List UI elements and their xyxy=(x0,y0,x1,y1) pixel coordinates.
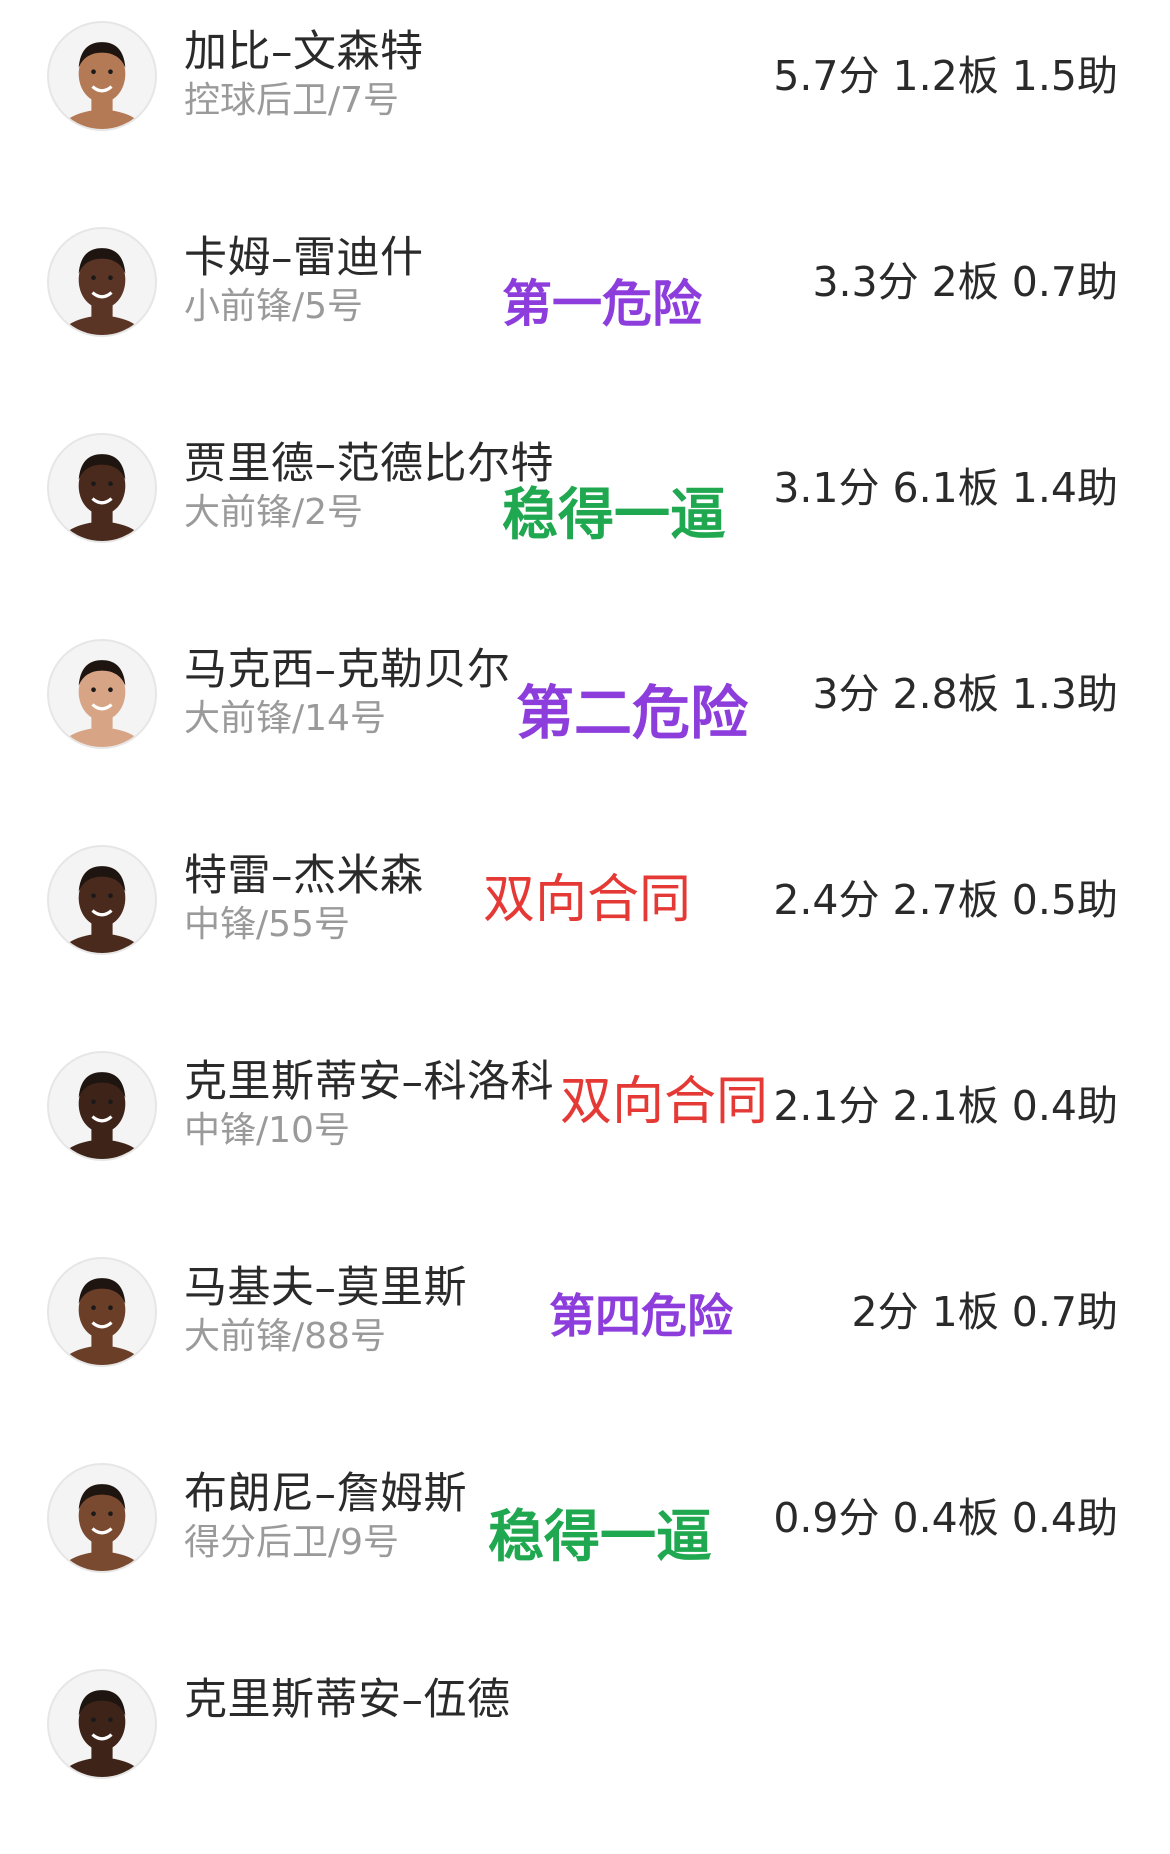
player-row[interactable]: 特雷–杰米森 中锋/55号 双向合同 2.4分 2.7板 0.5助 xyxy=(0,824,1170,1030)
player-tag: 第二危险 xyxy=(516,679,749,747)
player-name: 马基夫–莫里斯 xyxy=(184,1263,467,1313)
player-stats: 3.3分 2板 0.7助 xyxy=(812,258,1118,306)
player-stats: 2分 1板 0.7助 xyxy=(851,1288,1118,1336)
player-name: 布朗尼–詹姆斯 xyxy=(184,1469,467,1519)
player-position: 得分后卫/9号 xyxy=(184,1522,400,1563)
player-row[interactable]: 贾里德–范德比尔特 大前锋/2号 稳得一逼 3.1分 6.1板 1.4助 xyxy=(0,412,1170,618)
player-stats: 5.7分 1.2板 1.5助 xyxy=(773,52,1118,100)
player-position: 大前锋/2号 xyxy=(184,492,364,533)
player-avatar xyxy=(47,1051,157,1161)
player-name: 卡姆–雷迪什 xyxy=(184,233,424,283)
player-tag: 第一危险 xyxy=(502,275,702,333)
player-name: 克里斯蒂安–科洛科 xyxy=(184,1057,554,1107)
player-headshot-icon xyxy=(60,1484,144,1571)
player-avatar xyxy=(47,639,157,749)
player-row[interactable]: 布朗尼–詹姆斯 得分后卫/9号 稳得一逼 0.9分 0.4板 0.4助 xyxy=(0,1442,1170,1648)
player-headshot-icon xyxy=(60,248,144,335)
player-headshot-icon xyxy=(60,454,144,541)
player-row[interactable]: 加比–文森特 控球后卫/7号 5.7分 1.2板 1.5助 xyxy=(0,0,1170,206)
player-name: 马克西–克勒贝尔 xyxy=(184,645,511,695)
player-tag: 双向合同 xyxy=(560,1072,769,1132)
player-avatar xyxy=(47,845,157,955)
player-avatar xyxy=(47,21,157,131)
player-stats: 3分 2.8板 1.3助 xyxy=(812,670,1118,718)
player-tag: 稳得一逼 xyxy=(502,483,726,548)
player-row[interactable]: 马克西–克勒贝尔 大前锋/14号 第二危险 3分 2.8板 1.3助 xyxy=(0,618,1170,824)
player-headshot-icon xyxy=(60,42,144,129)
player-avatar xyxy=(47,1669,157,1779)
player-tag: 双向合同 xyxy=(483,870,692,930)
player-row[interactable]: 克里斯蒂安–伍德 xyxy=(0,1648,1170,1854)
player-position: 大前锋/14号 xyxy=(184,698,386,739)
player-row[interactable]: 克里斯蒂安–科洛科 中锋/10号 双向合同 2.1分 2.1板 0.4助 xyxy=(0,1030,1170,1236)
player-headshot-icon xyxy=(60,866,144,953)
player-name: 特雷–杰米森 xyxy=(184,851,424,901)
player-name: 加比–文森特 xyxy=(184,27,424,77)
player-position: 大前锋/88号 xyxy=(184,1316,386,1357)
player-headshot-icon xyxy=(60,1690,144,1777)
player-position: 小前锋/5号 xyxy=(184,286,364,327)
player-avatar xyxy=(47,1463,157,1573)
player-name: 克里斯蒂安–伍德 xyxy=(184,1675,511,1725)
player-position: 中锋/55号 xyxy=(184,904,350,945)
player-row[interactable]: 马基夫–莫里斯 大前锋/88号 第四危险 2分 1板 0.7助 xyxy=(0,1236,1170,1442)
player-name: 贾里德–范德比尔特 xyxy=(184,439,554,489)
player-avatar xyxy=(47,227,157,337)
player-avatar xyxy=(47,433,157,543)
player-headshot-icon xyxy=(60,1072,144,1159)
player-position: 控球后卫/7号 xyxy=(184,80,400,121)
player-stats: 3.1分 6.1板 1.4助 xyxy=(773,464,1118,512)
player-stats: 2.1分 2.1板 0.4助 xyxy=(773,1082,1118,1130)
player-tag: 稳得一逼 xyxy=(488,1505,712,1570)
player-row[interactable]: 卡姆–雷迪什 小前锋/5号 第一危险 3.3分 2板 0.7助 xyxy=(0,206,1170,412)
player-stats: 2.4分 2.7板 0.5助 xyxy=(773,876,1118,924)
player-roster-list: 加比–文森特 控球后卫/7号 5.7分 1.2板 1.5助 卡姆–雷迪什 小前锋… xyxy=(0,0,1170,1779)
player-headshot-icon xyxy=(60,1278,144,1365)
player-tag: 第四危险 xyxy=(549,1289,733,1343)
player-avatar xyxy=(47,1257,157,1367)
player-stats: 0.9分 0.4板 0.4助 xyxy=(773,1494,1118,1542)
player-position: 中锋/10号 xyxy=(184,1110,350,1151)
player-headshot-icon xyxy=(60,660,144,747)
